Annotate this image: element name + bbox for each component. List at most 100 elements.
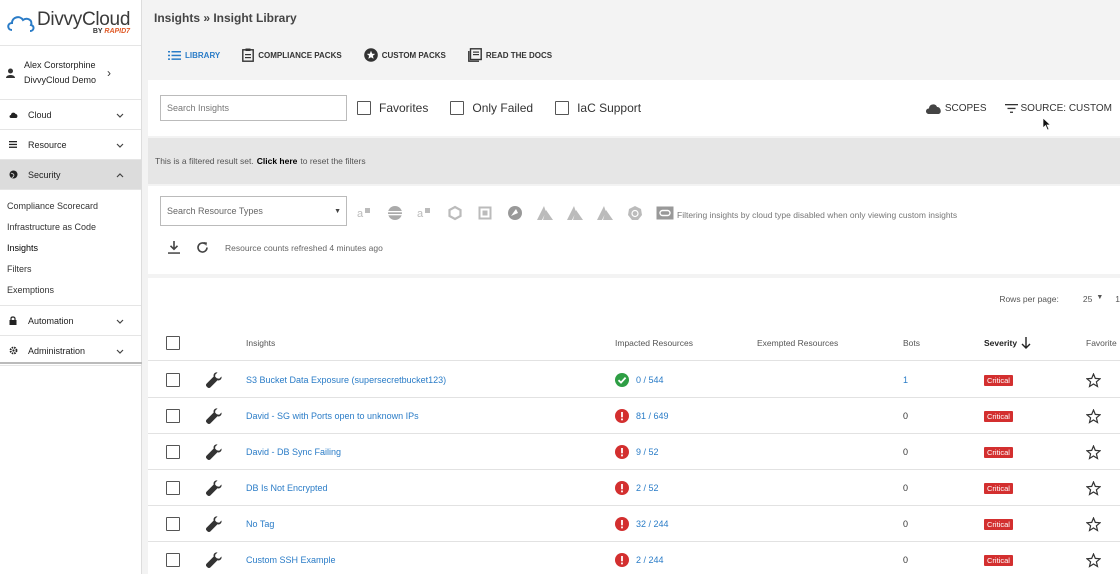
search-insights-input[interactable]: Search Insights — [160, 95, 347, 121]
iac-support-label: IaC Support — [577, 101, 642, 115]
favorite-star-icon[interactable] — [1086, 398, 1101, 434]
security-subnav: Compliance Scorecard Infrastructure as C… — [0, 190, 141, 306]
bots-count: 0 — [903, 555, 909, 565]
header-impacted-resources[interactable]: Impacted Resources — [615, 324, 693, 361]
nav-automation[interactable]: Automation — [0, 306, 141, 336]
search-resource-types-select[interactable]: Search Resource Types ▼ — [160, 196, 347, 226]
insight-name-link[interactable]: S3 Bucket Data Exposure (supersecretbuck… — [246, 362, 446, 398]
only-failed-checkbox[interactable] — [450, 101, 465, 115]
wrench-icon[interactable] — [205, 398, 223, 434]
insight-name-link[interactable]: David - SG with Ports open to unknown IP… — [246, 398, 419, 434]
row-checkbox[interactable] — [166, 362, 180, 398]
row-checkbox[interactable] — [166, 434, 180, 470]
rows-per-page-select[interactable]: 25 — [1083, 294, 1092, 304]
kubernetes-icon — [625, 205, 645, 221]
favorites-checkbox[interactable] — [357, 101, 371, 115]
breadcrumb: Insights » Insight Library — [154, 11, 297, 25]
alert-circle-icon — [615, 409, 629, 423]
user-menu[interactable]: Alex Corstorphine DivvyCloud Demo › — [0, 46, 141, 100]
insight-name-link[interactable]: David - DB Sync Failing — [246, 434, 341, 470]
impacted-count: 2 / 244 — [636, 555, 664, 565]
nav-resource[interactable]: Resource — [0, 130, 141, 160]
table-row[interactable]: No Tag 32 / 244 0 Critical — [148, 506, 1120, 542]
bots-count: 0 — [903, 483, 909, 493]
row-checkbox[interactable] — [166, 398, 180, 434]
nav-cloud[interactable]: Cloud — [0, 100, 141, 130]
subnav-infrastructure-as-code[interactable]: Infrastructure as Code — [7, 216, 141, 237]
favorite-star-icon[interactable] — [1086, 362, 1101, 398]
insight-name-link[interactable]: No Tag — [246, 506, 274, 542]
header-insights[interactable]: Insights — [246, 324, 275, 361]
insight-name-link[interactable]: DB Is Not Encrypted — [246, 470, 328, 506]
table-row[interactable]: S3 Bucket Data Exposure (supersecretbuck… — [148, 362, 1120, 398]
tab-compliance-packs[interactable]: COMPLIANCE PACKS — [242, 48, 342, 62]
bots-count[interactable]: 1 — [903, 362, 908, 398]
favorite-star-icon[interactable] — [1086, 434, 1101, 470]
sort-down-arrow-icon — [1021, 336, 1031, 349]
impacted-resources[interactable]: 2 / 244 — [615, 542, 664, 574]
tab-custom-packs[interactable]: CUSTOM PACKS — [363, 48, 446, 62]
insight-name-link[interactable]: Custom SSH Example — [246, 542, 336, 574]
row-checkbox[interactable] — [166, 542, 180, 574]
table-row[interactable]: DB Is Not Encrypted 2 / 52 0 Critical — [148, 470, 1120, 506]
tab-library[interactable]: LIBRARY — [168, 50, 220, 60]
nav-security[interactable]: Security — [0, 160, 141, 190]
table-header: Insights Impacted Resources Exempted Res… — [148, 324, 1120, 361]
impacted-resources[interactable]: 32 / 244 — [615, 506, 669, 542]
iac-support-filter[interactable]: IaC Support — [555, 101, 641, 115]
list-icon — [7, 141, 19, 148]
iac-support-checkbox[interactable] — [555, 101, 570, 115]
header-favorite[interactable]: Favorite — [1086, 324, 1117, 361]
header-severity[interactable]: Severity — [984, 324, 1031, 361]
alert-circle-icon — [615, 517, 629, 531]
wrench-icon[interactable] — [205, 542, 223, 574]
cloud-provider-icons: a a — [355, 205, 685, 221]
aws-gov-icon: a — [415, 205, 435, 221]
row-checkbox[interactable] — [166, 506, 180, 542]
tab-custom-packs-label: CUSTOM PACKS — [381, 50, 446, 60]
impacted-resources[interactable]: 81 / 649 — [615, 398, 669, 434]
impacted-resources[interactable]: 9 / 52 — [615, 434, 659, 470]
source-label: SOURCE: CUSTOM — [1020, 102, 1113, 114]
subnav-exemptions[interactable]: Exemptions — [7, 279, 141, 300]
header-exempted-resources[interactable]: Exempted Resources — [757, 324, 838, 361]
select-all-checkbox[interactable] — [166, 324, 180, 361]
wrench-icon[interactable] — [205, 434, 223, 470]
user-name: Alex Corstorphine — [24, 59, 96, 70]
scopes-button[interactable]: SCOPES — [925, 103, 987, 114]
resource-types-placeholder: Search Resource Types — [167, 206, 263, 216]
cloud-logo-icon — [7, 15, 35, 32]
subnav-filters[interactable]: Filters — [7, 258, 141, 279]
subnav-insights[interactable]: Insights — [7, 237, 141, 258]
refresh-icon[interactable] — [196, 241, 209, 254]
mouse-cursor-icon — [1042, 117, 1052, 131]
svg-text:a: a — [357, 208, 364, 220]
wrench-icon[interactable] — [205, 470, 223, 506]
filtered-result-notice: This is a filtered result set. Click her… — [148, 138, 1120, 184]
table-row[interactable]: David - DB Sync Failing 9 / 52 0 Critical — [148, 434, 1120, 470]
tab-read-the-docs[interactable]: READ THE DOCS — [467, 48, 552, 62]
subnav-compliance-scorecard[interactable]: Compliance Scorecard — [7, 195, 141, 216]
header-bots[interactable]: Bots — [903, 324, 920, 361]
wrench-icon[interactable] — [205, 362, 223, 398]
header-severity-label: Severity — [984, 337, 1018, 348]
reset-filters-link[interactable]: Click here — [257, 156, 298, 166]
brand-logo[interactable]: DivvyCloud BY RAPID7 — [0, 0, 141, 46]
table-row[interactable]: David - SG with Ports open to unknown IP… — [148, 398, 1120, 434]
row-checkbox[interactable] — [166, 470, 180, 506]
impacted-resources[interactable]: 2 / 52 — [615, 470, 659, 506]
only-failed-label: Only Failed — [472, 101, 534, 115]
user-icon — [4, 68, 16, 78]
download-icon[interactable] — [168, 241, 180, 254]
impacted-resources[interactable]: 0 / 544 — [615, 362, 664, 398]
wrench-icon[interactable] — [205, 506, 223, 542]
favorite-star-icon[interactable] — [1086, 470, 1101, 506]
table-row[interactable]: Custom SSH Example 2 / 244 0 Critical — [148, 542, 1120, 574]
impacted-count: 0 / 544 — [636, 375, 664, 385]
favorites-filter[interactable]: Favorites — [357, 101, 428, 115]
favorite-star-icon[interactable] — [1086, 506, 1101, 542]
only-failed-filter[interactable]: Only Failed — [450, 101, 533, 115]
favorite-star-icon[interactable] — [1086, 542, 1101, 574]
azure-china-icon — [595, 205, 615, 221]
source-button[interactable]: SOURCE: CUSTOM — [1004, 102, 1113, 114]
